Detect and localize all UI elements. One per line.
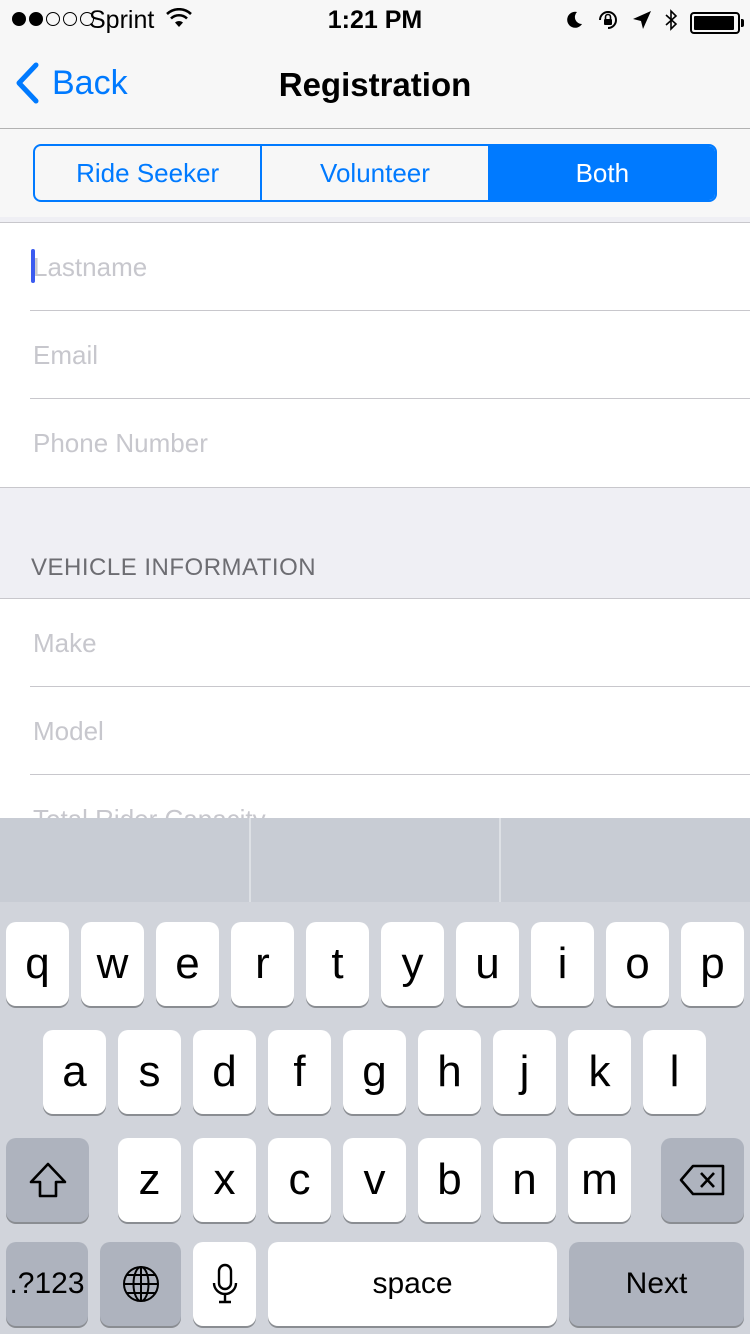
key-v[interactable]: v: [343, 1138, 406, 1222]
status-bar: Sprint 1:21 PM: [0, 0, 750, 40]
location-arrow-icon: [632, 10, 652, 35]
segment-both[interactable]: Both: [489, 146, 715, 200]
key-x[interactable]: x: [193, 1138, 256, 1222]
key-m[interactable]: m: [568, 1138, 631, 1222]
role-segmented-control: Ride Seeker Volunteer Both: [33, 144, 717, 202]
vehicle-section-header: VEHICLE INFORMATION: [31, 554, 317, 581]
key-r[interactable]: r: [231, 922, 294, 1006]
segment-volunteer[interactable]: Volunteer: [262, 146, 490, 200]
globe-key[interactable]: [100, 1242, 181, 1326]
predictive-bar: [0, 818, 750, 902]
key-i[interactable]: i: [531, 922, 594, 1006]
make-input[interactable]: Make: [33, 599, 97, 687]
moon-icon: [564, 10, 584, 35]
key-u[interactable]: u: [456, 922, 519, 1006]
key-g[interactable]: g: [343, 1030, 406, 1114]
phone-input[interactable]: Phone Number: [33, 399, 208, 487]
segment-ride-seeker[interactable]: Ride Seeker: [35, 146, 263, 200]
space-key[interactable]: space: [268, 1242, 557, 1326]
vehicle-info-group: Make Model Total Rider Capacity: [0, 598, 750, 829]
prediction-slot[interactable]: [0, 818, 251, 902]
make-field[interactable]: Make: [0, 599, 750, 687]
key-l[interactable]: l: [643, 1030, 706, 1114]
prediction-slot[interactable]: [251, 818, 502, 902]
page-title: Registration: [278, 66, 472, 103]
bluetooth-icon: [664, 8, 678, 37]
lastname-input[interactable]: Lastname: [33, 223, 147, 311]
key-q[interactable]: q: [6, 922, 69, 1006]
keyboard: .?123 space Next qwertyuiop asdfghjkl zxcv…: [0, 818, 750, 1334]
key-f[interactable]: f: [268, 1030, 331, 1114]
dictation-key[interactable]: [193, 1242, 256, 1326]
battery-icon: [690, 11, 744, 34]
next-key[interactable]: Next: [569, 1242, 744, 1326]
orientation-lock-icon: [596, 8, 620, 37]
delete-key[interactable]: [661, 1138, 744, 1222]
key-a[interactable]: a: [43, 1030, 106, 1114]
key-d[interactable]: d: [193, 1030, 256, 1114]
numbers-key[interactable]: .?123: [6, 1242, 88, 1326]
key-b[interactable]: b: [418, 1138, 481, 1222]
email-field[interactable]: Email: [0, 311, 750, 399]
key-h[interactable]: h: [418, 1030, 481, 1114]
backspace-icon: [679, 1164, 724, 1196]
key-e[interactable]: e: [156, 922, 219, 1006]
key-s[interactable]: s: [118, 1030, 181, 1114]
shift-arrow-icon: [29, 1162, 66, 1198]
battery-level: [694, 15, 734, 30]
key-k[interactable]: k: [568, 1030, 631, 1114]
shift-key[interactable]: [6, 1138, 89, 1222]
lastname-field[interactable]: Lastname: [0, 223, 750, 311]
key-w[interactable]: w: [81, 922, 144, 1006]
prediction-slot[interactable]: [501, 818, 750, 902]
microphone-icon: [212, 1263, 237, 1304]
key-n[interactable]: n: [493, 1138, 556, 1222]
globe-icon: [122, 1266, 159, 1302]
model-field[interactable]: Model: [0, 687, 750, 775]
key-z[interactable]: z: [118, 1138, 181, 1222]
key-y[interactable]: y: [381, 922, 444, 1006]
key-c[interactable]: c: [268, 1138, 331, 1222]
key-p[interactable]: p: [681, 922, 744, 1006]
personal-info-group: Lastname Email Phone Number: [0, 222, 750, 488]
key-t[interactable]: t: [306, 922, 369, 1006]
key-o[interactable]: o: [606, 922, 669, 1006]
model-input[interactable]: Model: [33, 687, 104, 775]
key-j[interactable]: j: [493, 1030, 556, 1114]
role-segment-bar: Ride Seeker Volunteer Both: [0, 129, 750, 217]
phone-field[interactable]: Phone Number: [0, 399, 750, 487]
email-input[interactable]: Email: [33, 311, 98, 399]
navigation-bar: Back Registration: [0, 40, 750, 129]
